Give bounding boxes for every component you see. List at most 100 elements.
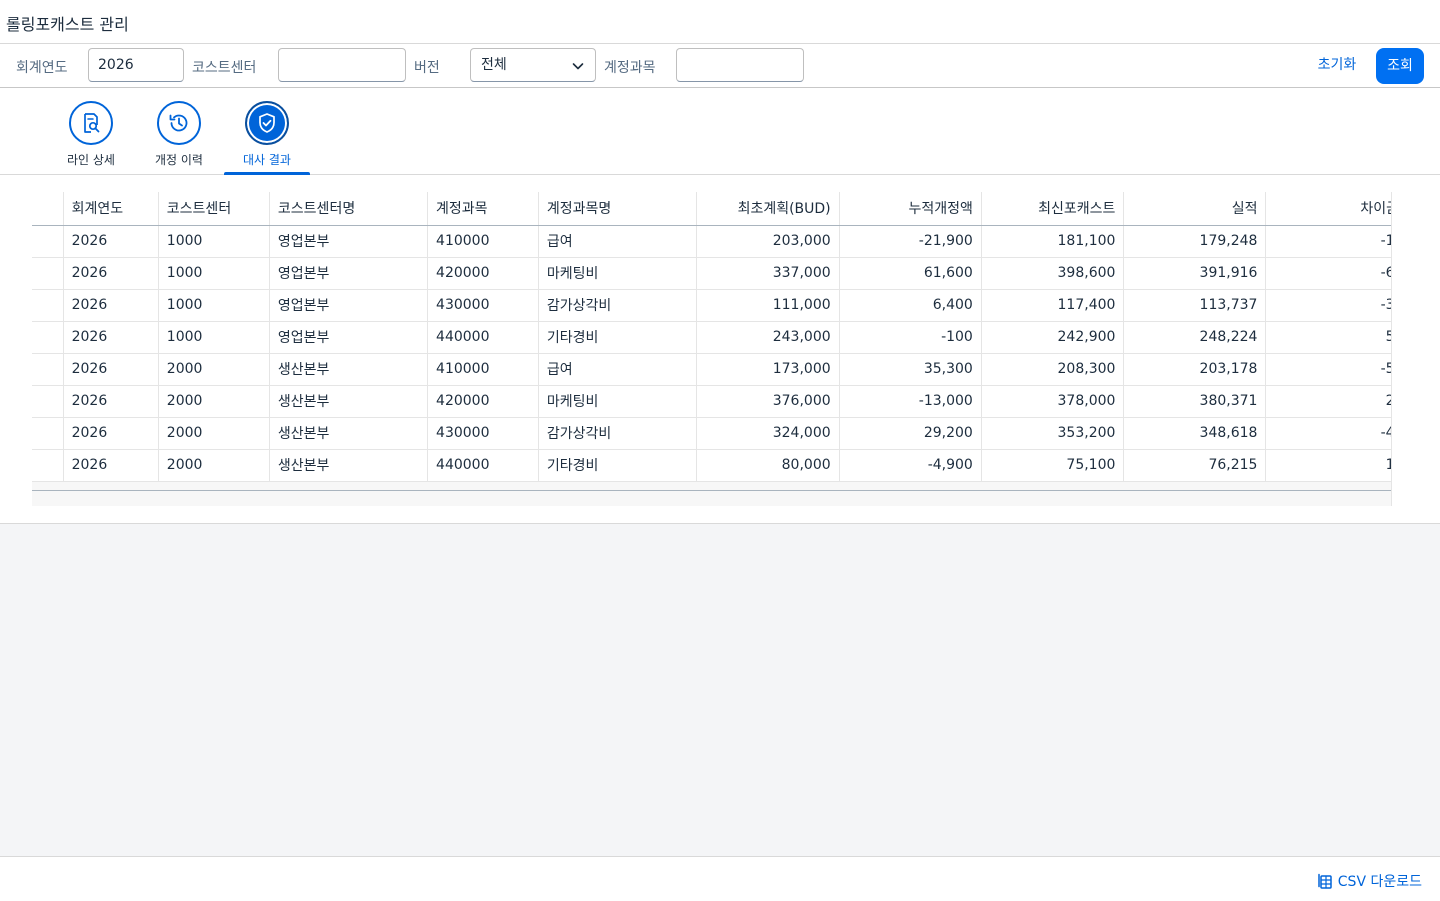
table-cell: -6, bbox=[1265, 257, 1408, 290]
table-cell: 생산본부 bbox=[269, 385, 429, 418]
column-header[interactable]: 실적 bbox=[1123, 192, 1267, 226]
tab-reconciliation-result[interactable]: 대사 결과 bbox=[224, 88, 310, 175]
table-bottom-border bbox=[32, 490, 1408, 491]
table-row[interactable]: 2026 2000 생산본부 410000 급여 173,000 35,300 208,300… bbox=[32, 353, 1408, 386]
table-cell: 173,000 bbox=[696, 353, 840, 386]
table-cell: 410000 bbox=[427, 353, 539, 386]
table-cell: 242,900 bbox=[981, 321, 1125, 354]
table-cell: 감가상각비 bbox=[538, 289, 697, 322]
table-row[interactable]: 2026 1000 영업본부 420000 마케팅비 337,000 61,600 398,6… bbox=[32, 257, 1408, 290]
table-row[interactable]: 2026 2000 생산본부 420000 마케팅비 376,000 -13,000 378,… bbox=[32, 385, 1408, 418]
table-cell: 248,224 bbox=[1123, 321, 1267, 354]
account-label: 계정과목 bbox=[604, 60, 656, 76]
table-cell: -1, bbox=[1265, 225, 1408, 258]
row-selector[interactable] bbox=[32, 321, 64, 354]
table-cell: 376,000 bbox=[696, 385, 840, 418]
icon-tab-bar: 라인 상세 개정 이력 대사 결과 bbox=[0, 88, 1440, 175]
table-cell: 179,248 bbox=[1123, 225, 1267, 258]
document-search-icon bbox=[84, 113, 100, 133]
tab-revision-history[interactable]: 개정 이력 bbox=[136, 88, 222, 174]
table-cell: 398,600 bbox=[981, 257, 1125, 290]
table-cell: 2000 bbox=[158, 385, 270, 418]
csv-download-button[interactable]: CSV 다운로드 bbox=[1316, 871, 1422, 891]
table-row[interactable]: 2026 2000 생산본부 440000 기타경비 80,000 -4,900 75,100… bbox=[32, 449, 1408, 482]
column-header[interactable]: 회계연도 bbox=[63, 192, 159, 226]
table-cell: 생산본부 bbox=[269, 417, 429, 450]
table-cell: 2026 bbox=[63, 417, 159, 450]
table-cell: -21,900 bbox=[839, 225, 982, 258]
table-row[interactable]: 2026 2000 생산본부 430000 감가상각비 324,000 29,200 353,… bbox=[32, 417, 1408, 450]
tab-icon-circle bbox=[245, 101, 289, 145]
table-cell: 2000 bbox=[158, 449, 270, 482]
table-cell: 203,000 bbox=[696, 225, 840, 258]
tab-icon-circle bbox=[69, 101, 113, 145]
table-row[interactable]: 2026 1000 영업본부 430000 감가상각비 111,000 6,400 117,4… bbox=[32, 289, 1408, 322]
table-cell: 353,200 bbox=[981, 417, 1125, 450]
reset-button[interactable]: 초기화 bbox=[1306, 48, 1368, 82]
row-selector[interactable] bbox=[32, 385, 64, 418]
table-cell: 243,000 bbox=[696, 321, 840, 354]
table-cell: 영업본부 bbox=[269, 289, 429, 322]
vertical-scrollbar[interactable] bbox=[1391, 192, 1408, 506]
table-cell: -100 bbox=[839, 321, 982, 354]
table-cell: 2026 bbox=[63, 289, 159, 322]
column-header[interactable]: 계정과목명 bbox=[538, 192, 697, 226]
column-header[interactable]: 계정과목 bbox=[427, 192, 539, 226]
table-cell: 2026 bbox=[63, 257, 159, 290]
table-cell: 203,178 bbox=[1123, 353, 1267, 386]
table-cell: 1000 bbox=[158, 321, 270, 354]
page-title: 롤링포캐스트 관리 bbox=[6, 15, 129, 34]
fiscal-year-input[interactable]: 2026 bbox=[88, 48, 184, 82]
column-header[interactable]: 최신포캐스트 bbox=[981, 192, 1125, 226]
table-cell: 2026 bbox=[63, 449, 159, 482]
table-cell: 420000 bbox=[427, 385, 539, 418]
version-select-value: 전체 bbox=[481, 57, 507, 73]
table-cell: 5, bbox=[1265, 321, 1408, 354]
table-cell: 1000 bbox=[158, 257, 270, 290]
history-icon bbox=[169, 114, 188, 132]
tab-line-detail[interactable]: 라인 상세 bbox=[48, 88, 134, 174]
table-cell: 마케팅비 bbox=[538, 385, 697, 418]
column-header[interactable]: 최초계획(BUD) bbox=[696, 192, 840, 226]
row-selector[interactable] bbox=[32, 289, 64, 322]
table-cell: 440000 bbox=[427, 449, 539, 482]
table-cell: 117,400 bbox=[981, 289, 1125, 322]
table-row[interactable]: 2026 1000 영업본부 410000 급여 203,000 -21,900 181,10… bbox=[32, 225, 1408, 258]
table-cell: 440000 bbox=[427, 321, 539, 354]
cost-center-label: 코스트센터 bbox=[192, 60, 257, 76]
footer-bar: CSV 다운로드 bbox=[0, 856, 1440, 901]
table-cell: 영업본부 bbox=[269, 257, 429, 290]
row-selector[interactable] bbox=[32, 225, 64, 258]
column-header[interactable]: 차이금 bbox=[1265, 192, 1408, 226]
search-button[interactable]: 조회 bbox=[1376, 48, 1424, 84]
row-selector[interactable] bbox=[32, 449, 64, 482]
table-cell: 337,000 bbox=[696, 257, 840, 290]
version-select[interactable]: 전체 bbox=[470, 48, 596, 82]
account-input[interactable] bbox=[676, 48, 804, 82]
table-cell: 2026 bbox=[63, 353, 159, 386]
table-cell: 76,215 bbox=[1123, 449, 1267, 482]
table-cell: -4, bbox=[1265, 417, 1408, 450]
table-cell: 생산본부 bbox=[269, 449, 429, 482]
tab-label: 라인 상세 bbox=[67, 153, 115, 167]
table-cell: 급여 bbox=[538, 225, 697, 258]
row-selector[interactable] bbox=[32, 353, 64, 386]
column-header[interactable]: 코스트센터 bbox=[158, 192, 270, 226]
csv-download-label: CSV 다운로드 bbox=[1337, 874, 1422, 890]
column-header[interactable]: 누적개정액 bbox=[839, 192, 982, 226]
tab-icon-circle bbox=[157, 101, 201, 145]
table-cell: 1, bbox=[1265, 449, 1408, 482]
table-cell: 61,600 bbox=[839, 257, 982, 290]
table-cell: 181,100 bbox=[981, 225, 1125, 258]
tab-label: 개정 이력 bbox=[155, 153, 203, 167]
table-cell: 마케팅비 bbox=[538, 257, 697, 290]
row-selector[interactable] bbox=[32, 257, 64, 290]
table-cell: 430000 bbox=[427, 417, 539, 450]
row-selector[interactable] bbox=[32, 417, 64, 450]
table-cell: 감가상각비 bbox=[538, 417, 697, 450]
column-header[interactable]: 코스트센터명 bbox=[269, 192, 429, 226]
table-cell: 급여 bbox=[538, 353, 697, 386]
table-cell: 75,100 bbox=[981, 449, 1125, 482]
table-row[interactable]: 2026 1000 영업본부 440000 기타경비 243,000 -100 242,900… bbox=[32, 321, 1408, 354]
cost-center-input[interactable] bbox=[278, 48, 406, 82]
